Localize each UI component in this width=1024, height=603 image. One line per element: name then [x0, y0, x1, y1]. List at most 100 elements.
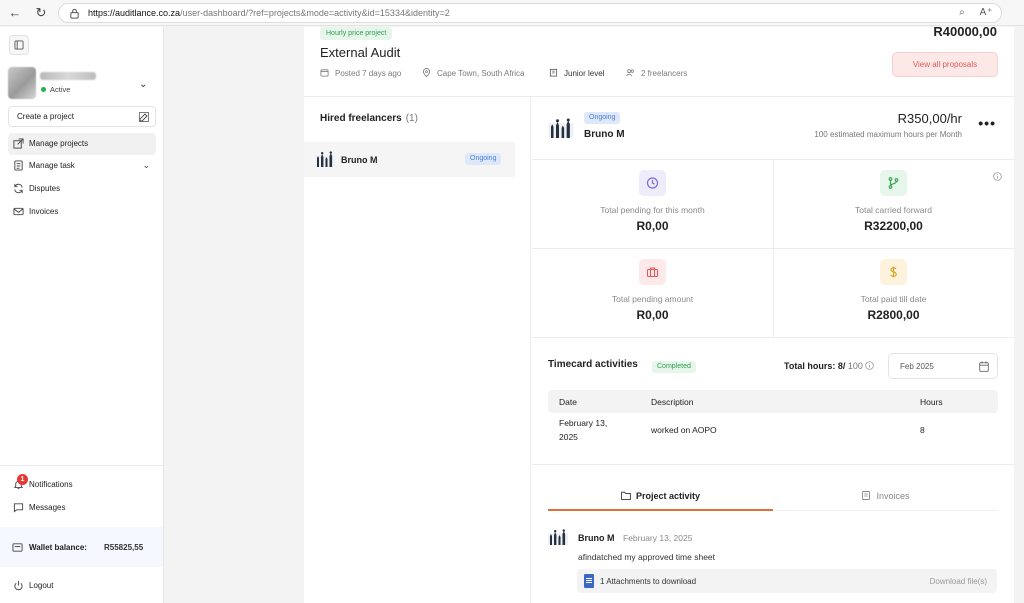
stat-value: R0,00 [636, 308, 669, 322]
cell-date-line1: February 13, [559, 418, 608, 428]
level-text: Junior level [564, 69, 605, 78]
hired-freelancers-title: Hired freelancers (1) [320, 113, 418, 124]
chat-icon [13, 503, 24, 513]
more-options-icon[interactable]: ••• [978, 115, 996, 131]
mail-icon [13, 207, 24, 216]
tab-label: Invoices [876, 491, 910, 501]
download-files-link[interactable]: Download file(s) [930, 577, 987, 586]
refresh-icon [14, 183, 23, 194]
location-meta: Cape Town, South Africa [422, 68, 524, 78]
sidebar-item-manage-projects[interactable]: Manage projects [8, 133, 156, 155]
timecard-table-header: Date Description Hours [548, 390, 998, 413]
attachment-row: 1 Attachments to download Download file(… [577, 569, 997, 593]
sidebar-toggle-button[interactable] [9, 35, 29, 55]
table-row: February 13, 2025 worked on AOPO 8 [548, 415, 998, 449]
chevron-down-icon[interactable]: ⌄ [139, 79, 147, 90]
freelancer-name: Bruno M [341, 155, 378, 165]
stat-icon-box [639, 170, 666, 196]
sidebar-item-logout[interactable]: Logout [8, 575, 156, 597]
activity-author: Bruno M [578, 533, 615, 543]
stat-label: Total carried forward [854, 205, 932, 215]
calendar-icon [320, 69, 329, 77]
attachment-label: 1 Attachments to download [600, 577, 697, 586]
tab-label: Project activity [635, 491, 701, 501]
tab-project-activity[interactable]: Project activity [548, 489, 773, 511]
divider [532, 464, 1014, 465]
stat-label: Total pending for this month [600, 205, 705, 215]
column-header-description: Description [651, 397, 694, 407]
wallet-label: Wallet balance: [29, 543, 87, 552]
total-hours: Total hours: 8/ 100 [784, 361, 875, 371]
site-info-icon[interactable] [69, 8, 80, 19]
sidebar: Active ⌄ Create a project Manage project… [0, 27, 164, 603]
sidebar-divider [0, 465, 163, 466]
file-icon [584, 574, 594, 588]
edit-icon [139, 112, 149, 122]
hours-estimate: 100 estimated maximum hours per Month [814, 130, 962, 139]
stat-value: R2800,00 [867, 308, 920, 322]
freelancer-name: Bruno M [584, 129, 625, 140]
total-hours-max: 100 [847, 361, 863, 371]
stat-pending-month: Total pending for this month R0,00 [532, 159, 773, 248]
freelancer-row[interactable]: Bruno M Ongoing [304, 142, 515, 177]
document-icon [862, 491, 871, 500]
sidebar-item-label: Logout [29, 581, 54, 590]
users-icon [626, 69, 634, 77]
project-panel: Hourly price project External Audit R400… [304, 24, 1014, 603]
freelancer-avatar [315, 151, 335, 167]
month-picker[interactable]: Feb 2025 [888, 353, 998, 379]
user-status: Active [50, 85, 71, 94]
stat-value: R32200,00 [864, 219, 923, 233]
sidebar-edge-icon [1002, 5, 1018, 21]
freelancers-text: 2 freelancers [641, 69, 688, 78]
read-aloud-icon[interactable]: A ⁺ [979, 7, 993, 18]
project-title: External Audit [320, 45, 401, 60]
reload-icon[interactable]: ↻ [33, 5, 49, 21]
sidebar-item-manage-task[interactable]: Manage task ⌄ [8, 155, 156, 177]
sidebar-item-notifications[interactable]: Notifications [8, 474, 156, 496]
info-icon[interactable] [865, 361, 875, 370]
stat-icon-box [880, 170, 907, 196]
location-pin-icon [422, 68, 431, 77]
avatar[interactable] [8, 67, 36, 99]
address-bar[interactable]: https://auditlance.co.za/user-dashboard/… [58, 3, 1002, 23]
project-total: R40000,00 [933, 24, 997, 39]
total-hours-value: 8/ [837, 361, 846, 371]
sidebar-item-label: Notifications [29, 480, 73, 489]
sidebar-item-invoices[interactable]: Invoices [8, 201, 156, 223]
sidebar-item-disputes[interactable]: Disputes [8, 178, 156, 200]
stat-pending-amount: Total pending amount R0,00 [532, 248, 773, 337]
freelancers-meta: 2 freelancers [626, 68, 687, 78]
power-icon [14, 580, 23, 591]
back-icon[interactable]: ← [7, 5, 23, 21]
info-icon[interactable] [993, 172, 1002, 181]
column-header-date: Date [559, 397, 577, 407]
tab-invoices[interactable]: Invoices [773, 489, 998, 511]
document-icon [14, 160, 23, 171]
timecard-title: Timecard activities [548, 359, 638, 370]
posted-meta: Posted 7 days ago [320, 68, 401, 78]
folder-icon [621, 491, 631, 500]
level-meta: Junior level [549, 68, 604, 78]
view-all-proposals-button[interactable]: View all proposals [892, 52, 998, 77]
status-badge: Ongoing [584, 112, 621, 124]
divider [532, 337, 1014, 338]
create-project-button[interactable]: Create a project [8, 106, 156, 127]
chevron-down-icon[interactable]: ⌄ [142, 160, 150, 171]
freelancer-avatar [548, 118, 574, 138]
stat-paid-till-date: Total paid till date R2800,00 [773, 248, 1014, 337]
url-text[interactable]: https://auditlance.co.za/user-dashboard/… [88, 8, 450, 18]
stat-icon-box [639, 259, 666, 285]
hourly-rate: R350,00/hr [897, 111, 962, 126]
freelancer-detail-panel: Ongoing Bruno M R350,00/hr 100 estimated… [532, 97, 1014, 603]
cell-date-line2: 2025 [559, 432, 578, 442]
sidebar-item-messages[interactable]: Messages [8, 497, 156, 519]
wallet-icon [12, 543, 23, 552]
price-type-badge: Hourly price project [320, 27, 393, 40]
sidebar-item-label: Manage projects [29, 139, 89, 148]
clock-icon [646, 177, 659, 189]
notification-count-badge: 1 [17, 474, 28, 485]
sidebar-item-label: Manage task [29, 161, 75, 170]
zoom-icon[interactable]: ⌕ [955, 7, 969, 18]
stat-carried-forward: Total carried forward R32200,00 [773, 159, 1014, 248]
